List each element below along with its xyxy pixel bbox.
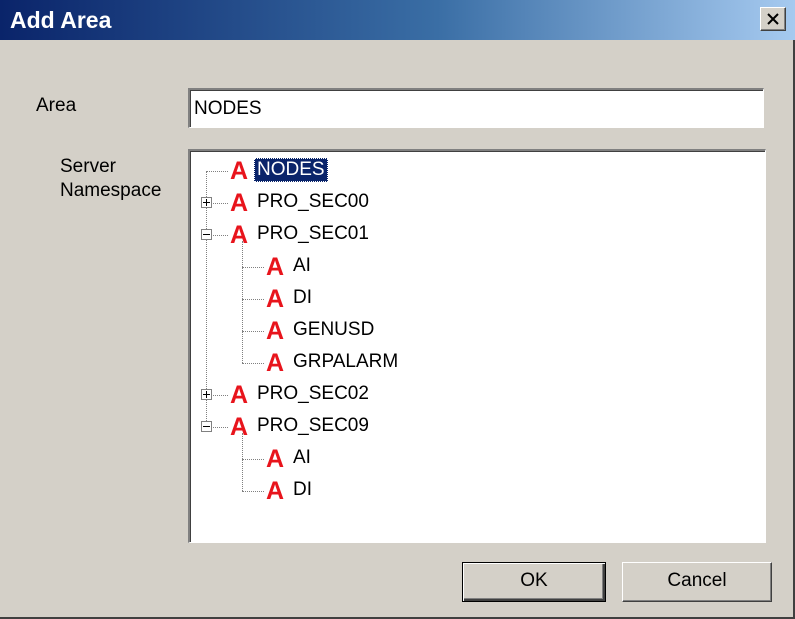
- cancel-button[interactable]: Cancel: [622, 562, 772, 602]
- tree-node-label[interactable]: PRO_SEC02: [254, 382, 372, 406]
- tree-node-label[interactable]: NODES: [254, 158, 328, 182]
- area-node-icon: A: [265, 253, 285, 281]
- window-title: Add Area: [10, 7, 112, 33]
- area-node-icon: A: [265, 285, 285, 313]
- tree-node-label[interactable]: PRO_SEC00: [254, 190, 372, 214]
- tree-node[interactable]: A DI: [190, 475, 750, 507]
- ok-button[interactable]: OK: [462, 562, 606, 602]
- expand-toggle-icon[interactable]: [201, 389, 212, 400]
- expand-toggle-icon[interactable]: [201, 197, 212, 208]
- area-node-icon: A: [229, 413, 249, 441]
- area-input[interactable]: NODES: [188, 88, 764, 128]
- tree-node[interactable]: A PRO_SEC02: [190, 379, 750, 411]
- server-namespace-tree[interactable]: A NODES A PRO_SEC00 A PRO_SEC01 A AI A DI A GENUSD A…: [188, 149, 766, 543]
- area-label: Area: [36, 95, 77, 116]
- area-node-icon: A: [229, 381, 249, 409]
- close-button[interactable]: [760, 7, 786, 31]
- namespace-label-line1: Server: [60, 156, 116, 177]
- area-node-icon: A: [229, 157, 249, 185]
- tree-node[interactable]: A PRO_SEC01: [190, 219, 750, 251]
- collapse-toggle-icon[interactable]: [201, 421, 212, 432]
- area-node-icon: A: [265, 317, 285, 345]
- tree-node-label[interactable]: GRPALARM: [290, 350, 401, 374]
- tree-node[interactable]: A PRO_SEC09: [190, 411, 750, 443]
- collapse-toggle-icon[interactable]: [201, 229, 212, 240]
- area-node-icon: A: [229, 189, 249, 217]
- tree-node[interactable]: A GENUSD: [190, 315, 750, 347]
- tree-node-label[interactable]: DI: [290, 286, 315, 310]
- area-node-icon: A: [229, 221, 249, 249]
- area-input-value: NODES: [194, 98, 262, 119]
- tree-node-label[interactable]: PRO_SEC01: [254, 222, 372, 246]
- tree-node[interactable]: A DI: [190, 283, 750, 315]
- area-node-icon: A: [265, 445, 285, 473]
- tree-node[interactable]: A PRO_SEC00: [190, 187, 750, 219]
- close-icon: [767, 13, 779, 25]
- tree-node[interactable]: A AI: [190, 443, 750, 475]
- add-area-dialog: Add Area Area NODES Server Namespace A NO…: [0, 0, 795, 619]
- tree-node[interactable]: A AI: [190, 251, 750, 283]
- area-node-icon: A: [265, 349, 285, 377]
- tree-node[interactable]: A GRPALARM: [190, 347, 750, 379]
- tree-node-label[interactable]: AI: [290, 254, 314, 278]
- tree-node-label[interactable]: GENUSD: [290, 318, 377, 342]
- tree-node[interactable]: A NODES: [190, 155, 750, 187]
- namespace-label-line2: Namespace: [60, 180, 162, 201]
- title-bar[interactable]: Add Area: [0, 0, 795, 40]
- tree-node-label[interactable]: DI: [290, 478, 315, 502]
- tree-node-label[interactable]: AI: [290, 446, 314, 470]
- tree-node-label[interactable]: PRO_SEC09: [254, 414, 372, 438]
- area-node-icon: A: [265, 477, 285, 505]
